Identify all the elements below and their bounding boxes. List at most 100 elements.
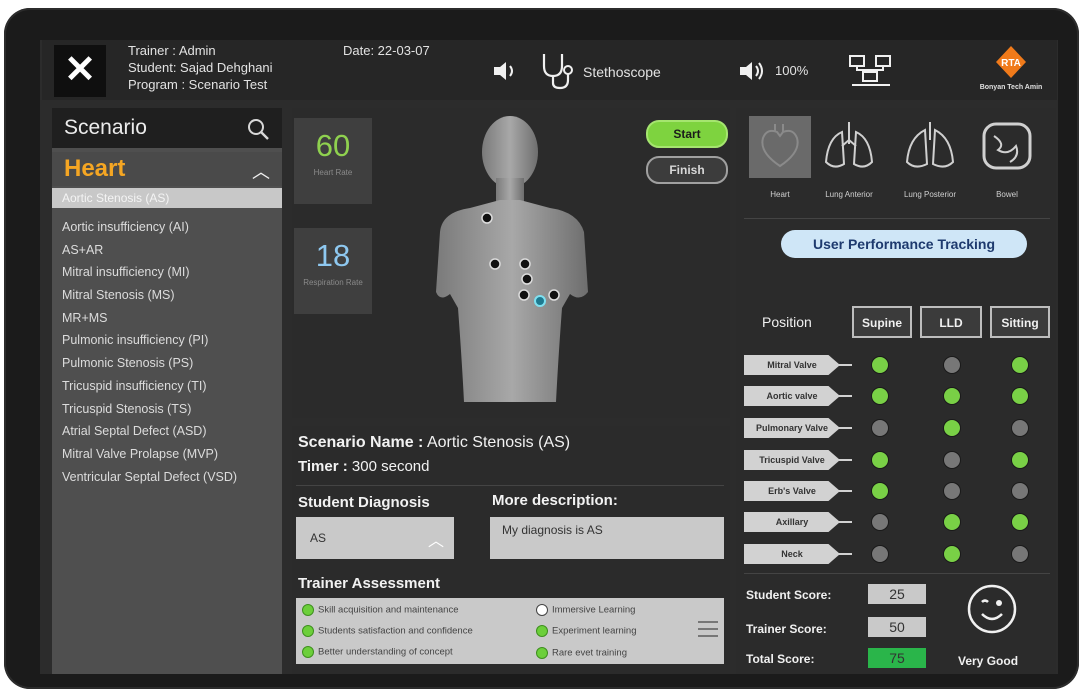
volume-value: 100%: [775, 63, 809, 78]
start-button[interactable]: Start: [646, 120, 728, 148]
position-sitting-button[interactable]: Sitting: [990, 306, 1050, 338]
auscultation-point[interactable]: [548, 289, 560, 301]
logo-text: Bonyan Tech Amin: [979, 84, 1043, 91]
auscultation-point[interactable]: [481, 212, 493, 224]
list-item[interactable]: MR+MS: [62, 307, 282, 330]
trainer-score-value: 50: [868, 617, 926, 637]
radio-checked-icon[interactable]: [536, 647, 548, 659]
organ-label: Lung Anterior: [825, 190, 873, 199]
status-dot-green: [943, 419, 961, 437]
list-item[interactable]: Mitral Stenosis (MS): [62, 284, 282, 307]
status-dot-gray: [871, 545, 889, 563]
radio-checked-icon[interactable]: [302, 625, 314, 637]
status-dot-green: [1011, 513, 1029, 531]
list-item[interactable]: Pulmonic Stenosis (PS): [62, 352, 282, 375]
list-item[interactable]: Tricuspid Stenosis (TS): [62, 398, 282, 421]
status-dot-gray: [871, 513, 889, 531]
radio-checked-icon[interactable]: [536, 625, 548, 637]
status-dot-green: [871, 451, 889, 469]
list-item[interactable]: Pulmonic insufficiency (PI): [62, 329, 282, 352]
list-item[interactable]: Atrial Septal Defect (ASD): [62, 420, 282, 443]
lung-anterior-button[interactable]: [818, 116, 880, 178]
description-field[interactable]: My diagnosis is AS: [490, 517, 724, 559]
list-item[interactable]: Mitral Valve Prolapse (MVP): [62, 443, 282, 466]
bowel-button[interactable]: [976, 116, 1038, 178]
scenario-name-label: Scenario Name :: [298, 434, 424, 451]
auscultation-point[interactable]: [519, 258, 531, 270]
chevron-up-icon[interactable]: ︿: [252, 158, 270, 184]
auscultation-point[interactable]: [521, 273, 533, 285]
lung-posterior-button[interactable]: [899, 116, 961, 178]
list-item[interactable]: Ventricular Septal Defect (VSD): [62, 466, 282, 489]
user-performance-tracking-button[interactable]: User Performance Tracking: [781, 230, 1027, 258]
valve-label: Aortic valve: [744, 386, 840, 406]
respiration-rate-value: 18: [315, 238, 351, 273]
trainer-assessment-label: Trainer Assessment: [298, 575, 441, 592]
diagnosis-select[interactable]: AS ︿: [296, 517, 454, 559]
divider: [296, 485, 724, 486]
status-dot-gray: [943, 451, 961, 469]
status-dot-green: [1011, 356, 1029, 374]
session-info: Trainer : Admin Student: Sajad Dehghani …: [128, 42, 273, 93]
assessment-item[interactable]: Rare evet training: [536, 647, 627, 659]
scenario-name: Scenario Name : Aortic Stenosis (AS): [298, 434, 570, 452]
logo-icon: RTA Bonyan Tech Amin: [976, 44, 1046, 98]
session-date: Date: 22-03-07: [343, 43, 430, 58]
list-item[interactable]: Mitral insufficiency (MI): [62, 261, 282, 284]
total-score-label: Total Score:: [746, 652, 815, 666]
organ-label: Lung Posterior: [903, 190, 957, 199]
scenario-name-value: Aortic Stenosis (AS): [426, 434, 571, 451]
trainer-score-label: Trainer Score:: [746, 622, 827, 636]
radio-unchecked-icon[interactable]: [536, 604, 548, 616]
auscultation-point-active[interactable]: [534, 295, 546, 307]
respiration-rate-label: Respiration Rate: [303, 278, 363, 287]
valve-connector: [838, 459, 852, 461]
heart-rate-value: 60: [315, 128, 351, 163]
lungs-icon: [824, 122, 874, 168]
status-dot-green: [871, 387, 889, 405]
category-title: Heart: [64, 155, 126, 182]
category-heart[interactable]: Heart ︿: [52, 152, 282, 186]
assessment-item[interactable]: Better understanding of concept: [302, 646, 453, 658]
valve-connector: [838, 364, 852, 366]
list-item-selected[interactable]: Aortic Stenosis (AS): [52, 188, 282, 208]
radio-checked-icon[interactable]: [302, 646, 314, 658]
list-item[interactable]: AS+AR: [62, 239, 282, 262]
status-dot-gray: [943, 482, 961, 500]
auscultation-point[interactable]: [518, 289, 530, 301]
search-input[interactable]: Scenario: [52, 108, 282, 148]
stethoscope-icon[interactable]: [538, 50, 578, 97]
position-lld-button[interactable]: LLD: [920, 306, 982, 338]
network-icon[interactable]: [846, 52, 896, 93]
speaker-icon[interactable]: [492, 60, 518, 87]
valve-label: Mitral Valve: [744, 355, 840, 375]
assessment-item[interactable]: Immersive Learning: [536, 604, 635, 616]
radio-checked-icon[interactable]: [302, 604, 314, 616]
close-button[interactable]: ✕: [54, 45, 106, 97]
position-supine-button[interactable]: Supine: [852, 306, 912, 338]
volume-icon[interactable]: [738, 60, 766, 87]
valve-label: Erb's Valve: [744, 481, 840, 501]
heart-icon: [761, 124, 799, 168]
finish-button[interactable]: Finish: [646, 156, 728, 184]
status-dot-green: [871, 356, 889, 374]
status-dot-gray: [1011, 419, 1029, 437]
valve-label: Pulmonary Valve: [744, 418, 840, 438]
assessment-item[interactable]: Students satisfaction and confidence: [302, 625, 473, 637]
timer: Timer : 300 second: [298, 458, 430, 475]
search-icon[interactable]: [246, 117, 270, 141]
assessment-item[interactable]: Experiment learning: [536, 625, 637, 637]
wink-smiley-icon: [967, 584, 1017, 634]
heart-organ-button[interactable]: [749, 116, 811, 178]
total-score-value: 75: [868, 648, 926, 668]
list-item[interactable]: Tricuspid insufficiency (TI): [62, 375, 282, 398]
valve-label: Axillary: [744, 512, 840, 532]
menu-icon[interactable]: [698, 621, 718, 642]
chevron-up-icon[interactable]: ︿: [428, 527, 444, 551]
list-item[interactable]: Aortic insufficiency (AI): [62, 216, 282, 239]
status-dot-gray: [943, 356, 961, 374]
heart-rate-box: 60 Heart Rate: [294, 118, 372, 204]
student-score-value: 25: [868, 584, 926, 604]
auscultation-point[interactable]: [489, 258, 501, 270]
assessment-item[interactable]: Skill acquisition and maintenance: [302, 604, 458, 616]
